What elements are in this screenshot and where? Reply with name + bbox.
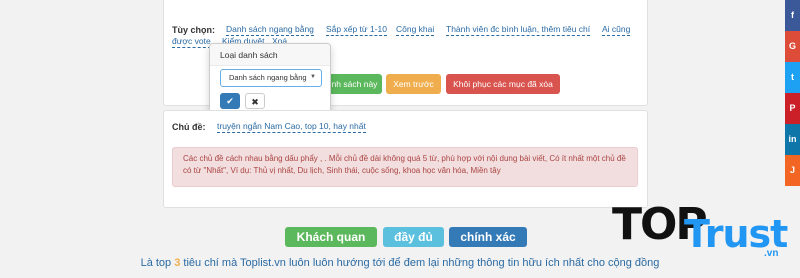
option-sort-1-10[interactable]: Sắp xếp từ 1-10 [326, 24, 387, 36]
logo-vn-text: .vn [764, 248, 779, 259]
footer-prefix: Là top [140, 257, 175, 269]
share-icon[interactable]: J [785, 155, 800, 186]
topic-value[interactable]: truyện ngắn Nam Cao, top 10, hay nhất [217, 121, 366, 133]
list-type-select[interactable]: Danh sách ngang bằng ▼ [220, 69, 322, 87]
topic-label: Chủ đề: [172, 122, 206, 132]
save-list-button[interactable]: nh sách này [327, 74, 382, 94]
toptrust-logo: TOP Trust .vn [612, 200, 792, 266]
options-label: Tùy chọn: [172, 25, 215, 35]
twitter-icon[interactable]: t [785, 62, 800, 93]
preview-button[interactable]: Xem trước [386, 74, 441, 94]
footer-suffix: tiêu chí mà Toplist.vn luôn luôn hướng t… [180, 257, 660, 269]
confirm-button[interactable]: ✔ [220, 93, 240, 109]
linkedin-icon[interactable]: in [785, 124, 800, 155]
option-horizontal-list[interactable]: Danh sách ngang bằng [226, 24, 314, 36]
caret-down-icon: ▼ [310, 74, 316, 80]
popover-title: Loại danh sách [210, 44, 330, 66]
list-type-selected: Danh sách ngang bằng [229, 73, 307, 82]
pinterest-icon[interactable]: P [785, 93, 800, 124]
tag-complete: đầy đủ [383, 227, 444, 247]
restore-deleted-button[interactable]: Khôi phục các mục đã xóa [446, 74, 560, 94]
list-type-popover: Loại danh sách Danh sách ngang bằng ▼ ✔ … [209, 43, 331, 116]
google-plus-icon[interactable]: G [785, 31, 800, 62]
facebook-icon[interactable]: f [785, 0, 800, 31]
option-members-comment[interactable]: Thành viên đc bình luận, thêm tiêu chí [446, 24, 591, 36]
tag-objective: Khách quan [285, 227, 377, 247]
option-everyone[interactable]: Ai cũng [602, 24, 631, 36]
close-icon: ✖ [251, 97, 259, 107]
topic-hint-alert: Các chủ đề cách nhau bằng dấu phẩy , . M… [172, 147, 638, 187]
check-icon: ✔ [226, 96, 234, 106]
tag-accurate: chính xác [449, 227, 527, 247]
option-public[interactable]: Công khai [396, 24, 435, 36]
option-vote[interactable]: được vote [172, 36, 211, 48]
social-share-bar: f G t P in J [785, 0, 800, 186]
topic-panel: Chủ đề: truyện ngắn Nam Cao, top 10, hay… [163, 110, 648, 208]
cancel-button[interactable]: ✖ [245, 93, 265, 109]
